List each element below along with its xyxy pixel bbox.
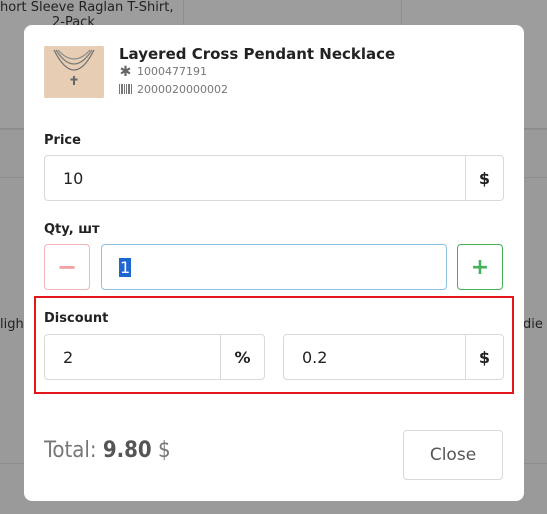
product-sku: 1000477191	[137, 65, 207, 78]
total-currency: $	[157, 438, 171, 463]
price-label: Price	[44, 133, 81, 148]
product-title: Layered Cross Pendant Necklace	[119, 45, 396, 63]
total-value: 9.80	[102, 438, 152, 463]
bg-card-title: hort Sleeve Raglan T-Shirt,	[0, 0, 174, 15]
discount-amount-input[interactable]: 0.2	[283, 334, 466, 380]
increase-qty-button[interactable]: +	[457, 244, 503, 290]
bg-left-fragment: ligh	[0, 317, 24, 332]
discount-percent-addon: %	[220, 334, 265, 380]
price-input[interactable]: 10	[44, 155, 466, 201]
discount-percent-input[interactable]: 2	[44, 334, 221, 380]
product-sku-row: ✱ 1000477191	[119, 63, 207, 80]
qty-value-selected: 1	[119, 257, 132, 277]
discount-amount-addon: $	[465, 334, 504, 380]
qty-input[interactable]: 1	[101, 244, 447, 290]
bg-right-fragment: die	[523, 317, 543, 332]
discount-label: Discount	[44, 311, 109, 326]
minus-icon: −	[56, 253, 78, 281]
necklace-image	[44, 46, 104, 98]
total-label: Total:	[44, 438, 97, 463]
edit-item-dialog: Layered Cross Pendant Necklace ✱ 1000477…	[24, 25, 524, 501]
decrease-qty-button[interactable]: −	[44, 244, 90, 290]
barcode-icon	[119, 83, 132, 96]
qty-label: Qty, шт	[44, 222, 100, 237]
product-barcode: 2000020000002	[137, 83, 228, 96]
plus-icon: +	[470, 254, 490, 280]
total-summary: Total: 9.80 $	[44, 438, 171, 463]
product-barcode-row: 2000020000002	[119, 83, 228, 96]
product-thumbnail	[44, 46, 104, 98]
close-button[interactable]: Close	[403, 430, 503, 480]
price-currency-addon: $	[465, 155, 504, 201]
asterisk-icon: ✱	[119, 63, 132, 80]
